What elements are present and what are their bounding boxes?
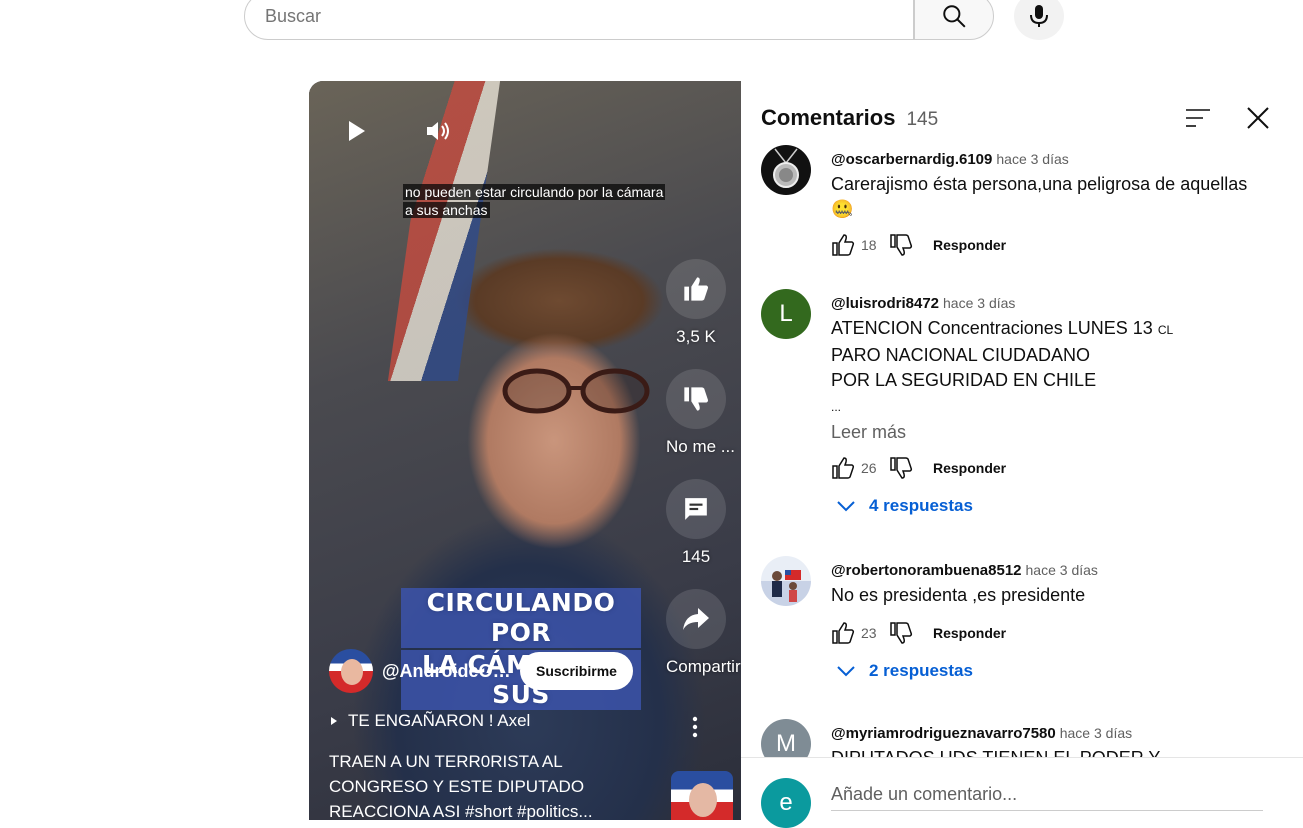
like-button[interactable]: 3,5 K bbox=[666, 259, 726, 347]
caption-line: a sus anchas bbox=[403, 202, 490, 218]
comment-time[interactable]: hace 3 días bbox=[943, 295, 1015, 311]
thumbs-up-icon[interactable] bbox=[831, 456, 855, 480]
play-button[interactable] bbox=[345, 119, 367, 143]
comment-text: PARO NACIONAL CIUDADANO bbox=[831, 345, 1091, 365]
playlist-play-icon bbox=[331, 717, 337, 725]
view-replies-button[interactable]: 4 respuestas bbox=[835, 496, 1251, 516]
chevron-down-icon bbox=[837, 666, 855, 677]
microphone-icon bbox=[1030, 5, 1048, 27]
volume-icon bbox=[427, 122, 449, 140]
replies-count: 2 respuestas bbox=[869, 661, 973, 680]
comment-like-count: 18 bbox=[861, 237, 877, 253]
thumbs-down-icon[interactable] bbox=[889, 456, 913, 480]
comment-avatar[interactable]: L bbox=[761, 289, 811, 339]
comment-time[interactable]: hace 3 días bbox=[1060, 725, 1132, 741]
reply-button[interactable]: Responder bbox=[933, 460, 1006, 476]
pendant-avatar-icon bbox=[773, 148, 799, 188]
comment-avatar[interactable] bbox=[761, 145, 811, 195]
like-count: 3,5 K bbox=[676, 327, 716, 346]
share-button[interactable]: Compartir bbox=[666, 589, 741, 677]
comment-time[interactable]: hace 3 días bbox=[1026, 562, 1098, 578]
speaker-glasses bbox=[502, 368, 650, 414]
add-comment-bar: e bbox=[741, 757, 1303, 828]
dislike-label: No me ... bbox=[666, 437, 735, 456]
voice-search-button[interactable] bbox=[1014, 0, 1064, 40]
replies-count: 4 respuestas bbox=[869, 496, 973, 515]
comment-author[interactable]: @myriamrodrigueznavarro7580 bbox=[831, 725, 1056, 742]
thumbs-up-icon[interactable] bbox=[831, 621, 855, 645]
more-vertical-icon bbox=[692, 716, 698, 738]
playlist-title: TE ENGAÑARON ! Axel bbox=[348, 711, 531, 730]
thumbs-down-icon[interactable] bbox=[889, 621, 913, 645]
comment-emoji: 🤐 bbox=[831, 199, 854, 219]
sort-icon bbox=[1186, 109, 1210, 127]
share-label: Compartir bbox=[666, 657, 741, 676]
comment-icon bbox=[685, 498, 707, 520]
playlist-link[interactable]: TE ENGAÑARON ! Axel bbox=[329, 711, 530, 731]
comment-author[interactable]: @robertonorambuena8512 bbox=[831, 562, 1022, 579]
channel-name[interactable]: @AndroideOfficial bbox=[382, 661, 512, 682]
channel-row: @AndroideOfficial Suscribirme bbox=[329, 649, 633, 693]
volume-button[interactable] bbox=[425, 119, 451, 143]
people-flag-avatar-icon bbox=[772, 570, 801, 602]
reply-button[interactable]: Responder bbox=[933, 625, 1006, 641]
read-more-link[interactable]: Leer más bbox=[831, 422, 1251, 443]
comments-panel: Comentarios 145 @oscarbernardig.6109 hace… bbox=[741, 81, 1303, 828]
comments-header: Comentarios 145 bbox=[761, 105, 938, 131]
subscribe-button[interactable]: Suscribirme bbox=[520, 652, 633, 690]
close-comments-button[interactable] bbox=[1245, 105, 1271, 136]
comment-time[interactable]: hace 3 días bbox=[996, 151, 1068, 167]
share-icon bbox=[683, 608, 709, 630]
thumbs-down-icon[interactable] bbox=[889, 233, 913, 257]
comment-ellipsis: ... bbox=[831, 400, 842, 414]
more-options-button[interactable] bbox=[687, 715, 703, 744]
search-button[interactable] bbox=[914, 0, 994, 40]
sound-thumbnail[interactable] bbox=[671, 771, 733, 820]
comment-like-count: 26 bbox=[861, 460, 877, 476]
shorts-video-player[interactable]: no pueden estar circulando por la cámara… bbox=[309, 81, 741, 820]
thumbs-down-icon bbox=[684, 387, 709, 411]
comment-text: Carerajismo ésta persona,una peligrosa d… bbox=[831, 174, 1248, 194]
banner-line: CIRCULANDO POR bbox=[401, 588, 641, 648]
comment-author[interactable]: @luisrodri8472 bbox=[831, 295, 939, 312]
comment-text: ATENCION Concentraciones LUNES 13 bbox=[831, 318, 1153, 338]
search-icon bbox=[943, 5, 966, 28]
channel-avatar[interactable] bbox=[329, 649, 373, 693]
comment-count: 145 bbox=[681, 547, 711, 566]
play-icon bbox=[349, 121, 365, 141]
close-icon bbox=[1247, 107, 1269, 129]
comment-like-count: 23 bbox=[861, 625, 877, 641]
comment-text: No es presidenta ,es presidente bbox=[831, 585, 1086, 605]
caption-line: no pueden estar circulando por la cámara bbox=[403, 184, 666, 200]
reply-button[interactable]: Responder bbox=[933, 237, 1006, 253]
comment-author[interactable]: @oscarbernardig.6109 bbox=[831, 151, 992, 168]
video-caption: no pueden estar circulando por la cámara… bbox=[403, 183, 666, 219]
thumbs-up-icon[interactable] bbox=[831, 233, 855, 257]
add-comment-input[interactable] bbox=[831, 778, 1263, 811]
current-user-avatar[interactable]: e bbox=[761, 778, 811, 828]
comment-text: POR LA SEGURIDAD EN CHILE bbox=[831, 370, 1097, 390]
comment-avatar[interactable] bbox=[761, 556, 811, 606]
comments-button[interactable]: 145 bbox=[666, 479, 726, 567]
flag-emoji-text: CL bbox=[1157, 323, 1174, 337]
sort-button[interactable] bbox=[1185, 107, 1211, 134]
chevron-down-icon bbox=[837, 501, 855, 512]
comments-count: 145 bbox=[906, 109, 939, 130]
comments-title: Comentarios bbox=[761, 105, 896, 130]
search-input[interactable] bbox=[244, 0, 914, 40]
dislike-button[interactable]: No me ... bbox=[666, 369, 735, 457]
video-title[interactable]: TRAEN A UN TERR0RISTA AL CONGRESO Y ESTE… bbox=[329, 749, 629, 820]
thumbs-up-icon bbox=[684, 277, 709, 301]
view-replies-button[interactable]: 2 respuestas bbox=[835, 661, 1251, 681]
